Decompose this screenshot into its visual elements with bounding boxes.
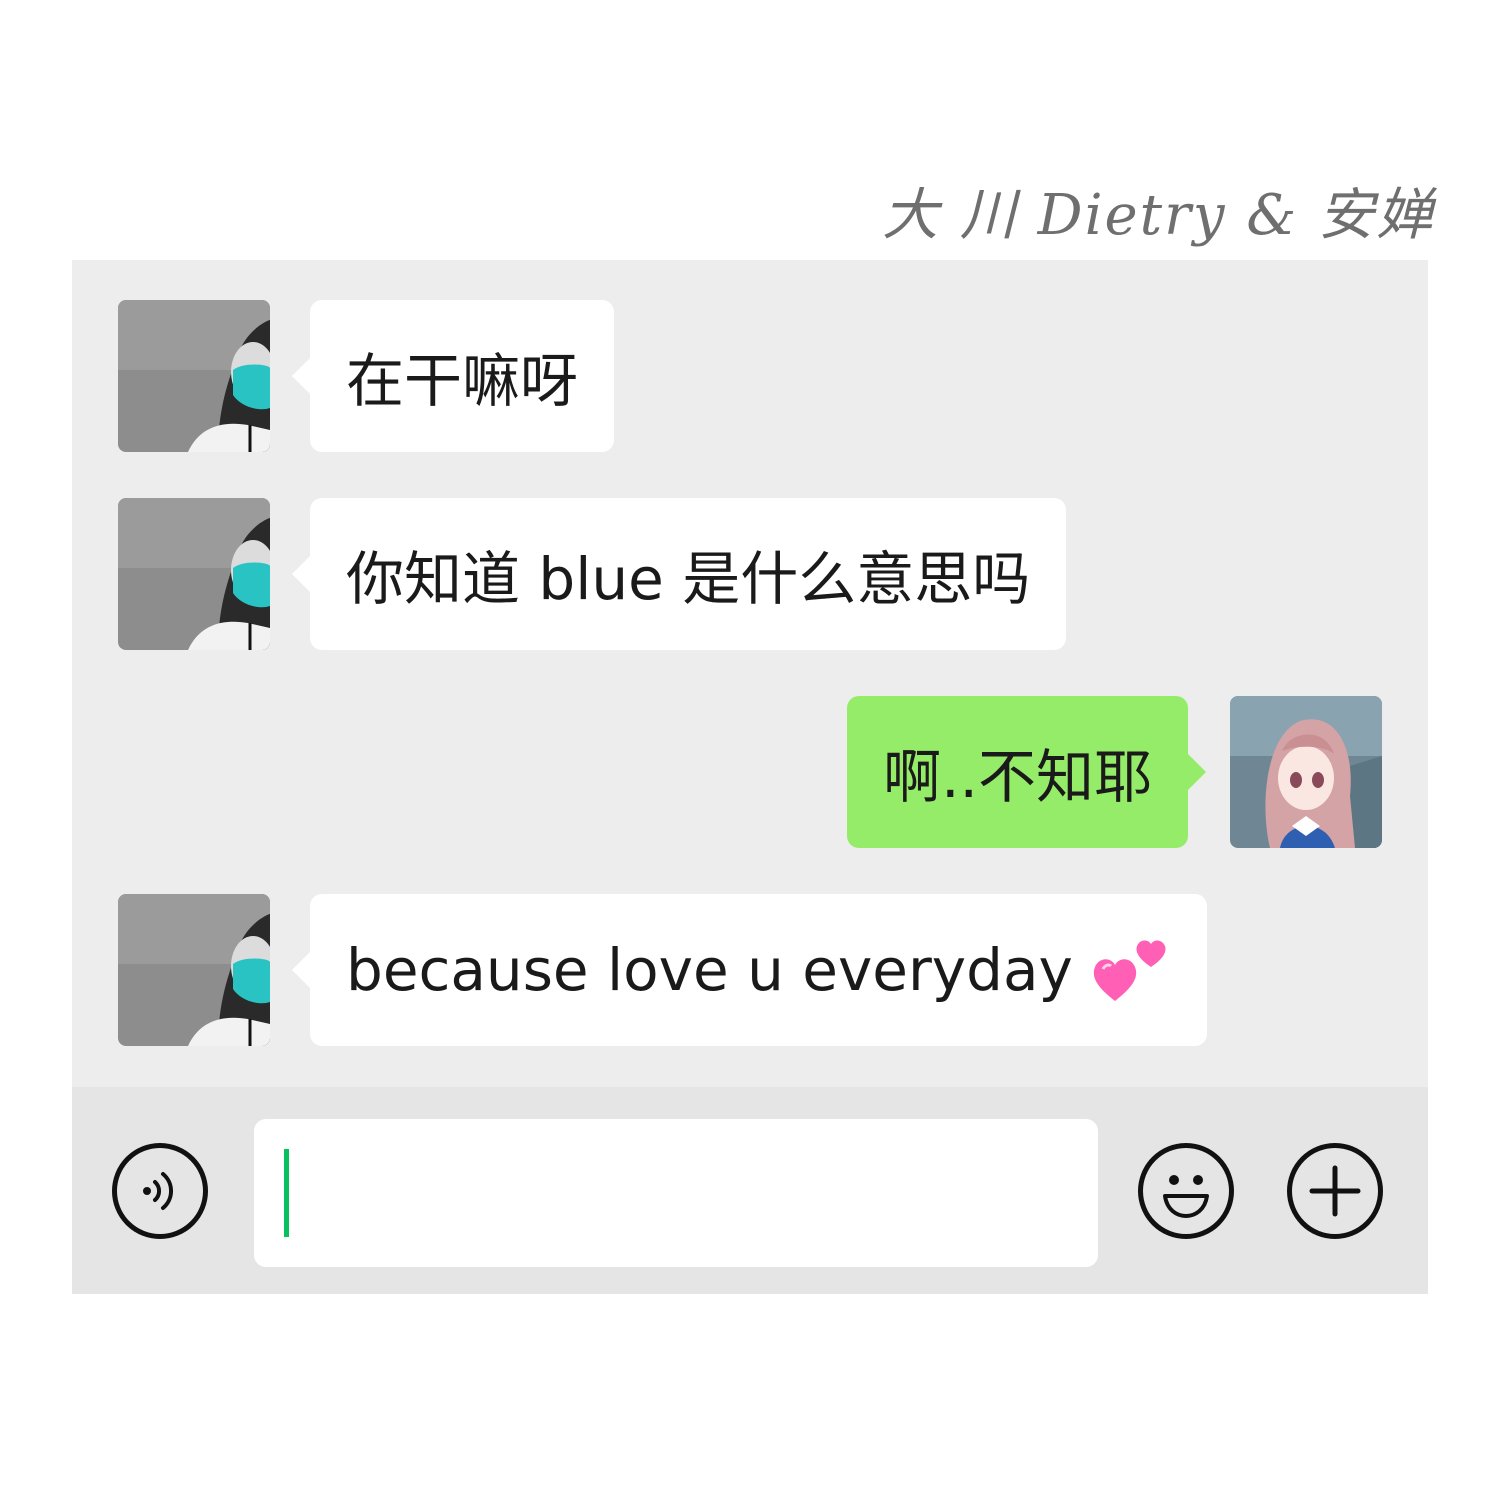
emoji-button[interactable]: [1138, 1143, 1234, 1239]
smiley-icon: [1163, 1175, 1209, 1218]
message-bubble[interactable]: 啊..不知耶: [847, 696, 1206, 848]
text-caret: [284, 1149, 289, 1237]
message-bubble[interactable]: 你知道 blue 是什么意思吗: [291, 498, 1067, 650]
input-toolbar: [72, 1087, 1428, 1294]
message-text: 啊..不知耶: [883, 743, 1152, 811]
message-list[interactable]: 在干嘛呀 你知道 blue 是什么意思吗 啊..不知耶 because love…: [72, 260, 1428, 1087]
contact-avatar[interactable]: [118, 498, 270, 650]
user-avatar[interactable]: [1230, 696, 1382, 848]
contact-avatar[interactable]: [118, 894, 270, 1046]
two-hearts-emoji: [1091, 935, 1171, 1005]
message-text: 在干嘛呀: [346, 347, 579, 415]
contact-avatar[interactable]: [118, 300, 270, 452]
message-text: because love u everyday: [346, 936, 1073, 1004]
message-input[interactable]: [254, 1119, 1098, 1267]
plus-icon: [1309, 1165, 1361, 1217]
voice-button[interactable]: [112, 1143, 208, 1239]
message-bubble[interactable]: 在干嘛呀: [291, 300, 615, 452]
anime-girl-avatar-image: [1230, 696, 1382, 848]
masked-person-avatar-image: [118, 498, 270, 650]
message-text: 你知道 blue 是什么意思吗: [346, 545, 1031, 613]
masked-person-avatar-image: [118, 300, 270, 452]
voice-icon: [143, 1172, 174, 1210]
more-button[interactable]: [1287, 1143, 1383, 1239]
watermark-credit: 大 川 Dietry & 安婵: [882, 183, 1434, 248]
chat-window: 在干嘛呀 你知道 blue 是什么意思吗 啊..不知耶 because love…: [72, 260, 1428, 1294]
message-bubble[interactable]: because love u everyday: [292, 894, 1207, 1046]
message-row: 啊..不知耶: [72, 696, 1382, 848]
masked-person-avatar-image: [118, 894, 270, 1046]
